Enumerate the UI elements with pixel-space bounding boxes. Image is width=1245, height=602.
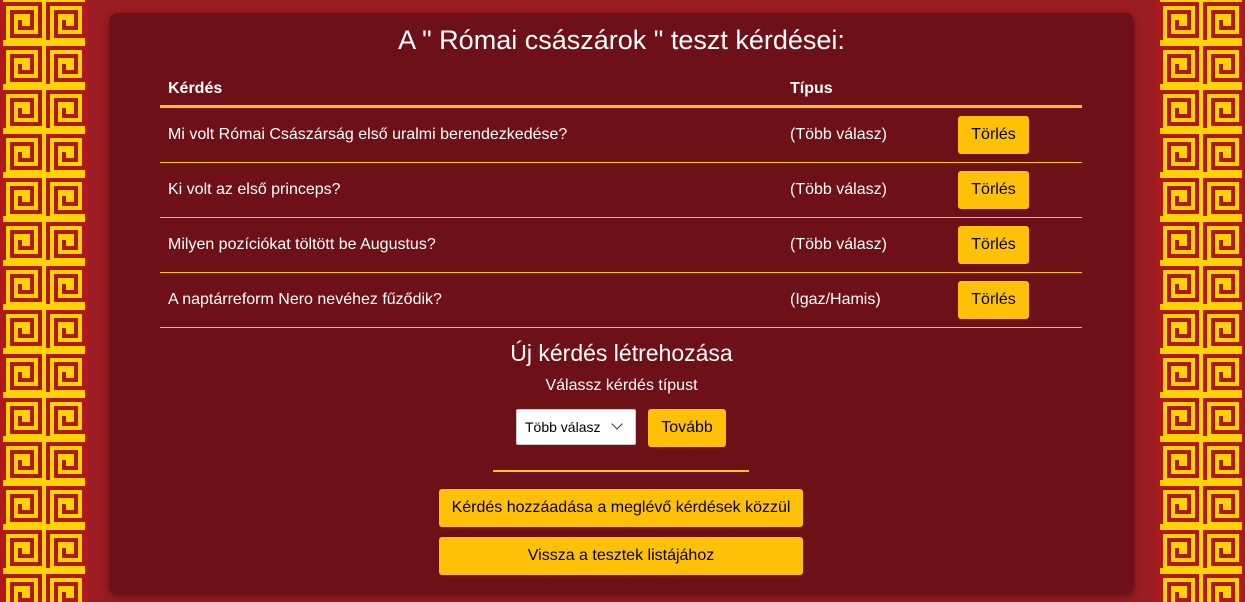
greek-key-border-right [1157,0,1245,602]
question-type: (Igaz/Hamis) [782,272,950,328]
table-header-row: Kérdés Típus [160,73,1082,108]
new-question-heading: Új kérdés létrehozása [510,340,733,366]
next-button[interactable]: Tovább [648,409,726,447]
header-question: Kérdés [160,73,782,108]
question-type: (Több válasz) [782,106,950,163]
delete-button[interactable]: Törlés [958,116,1029,154]
question-type: (Több válasz) [782,162,950,218]
page-title: A " Római császárok " teszt kérdései: [398,25,845,55]
table-row: Milyen pozíciókat töltött be Augustus? (… [160,217,1082,273]
table-row: Ki volt az első princeps? (Több válasz) … [160,162,1082,218]
delete-button[interactable]: Törlés [958,171,1029,209]
questions-table: Kérdés Típus Mi volt Római Császárság el… [160,73,1082,328]
header-type: Típus [782,73,950,108]
add-existing-question-button[interactable]: Kérdés hozzáadása a meglévő kérdések köz… [439,489,803,527]
section-divider [493,470,749,472]
question-text: Ki volt az első princeps? [160,162,782,218]
question-text: Mi volt Római Császárság első uralmi ber… [160,106,782,163]
delete-button[interactable]: Törlés [958,226,1029,264]
greek-key-border-left [0,0,88,602]
table-row: Mi volt Római Császárság első uralmi ber… [160,106,1082,163]
question-type-label: Válassz kérdés típust [545,377,698,394]
question-text: A naptárreform Nero nevéhez fűződik? [160,272,782,328]
chevron-down-icon [611,418,623,430]
main-panel: A " Római császárok " teszt kérdései: Ké… [109,13,1134,595]
question-type: (Több válasz) [782,217,950,273]
question-text: Milyen pozíciókat töltött be Augustus? [160,217,782,273]
question-type-select[interactable]: Több válasz [516,409,636,445]
back-to-tests-button[interactable]: Vissza a tesztek listájához [439,537,803,575]
delete-button[interactable]: Törlés [958,281,1029,319]
table-row: A naptárreform Nero nevéhez fűződik? (Ig… [160,272,1082,328]
header-actions [950,73,1082,108]
question-type-selected: Több válasz [525,419,601,435]
